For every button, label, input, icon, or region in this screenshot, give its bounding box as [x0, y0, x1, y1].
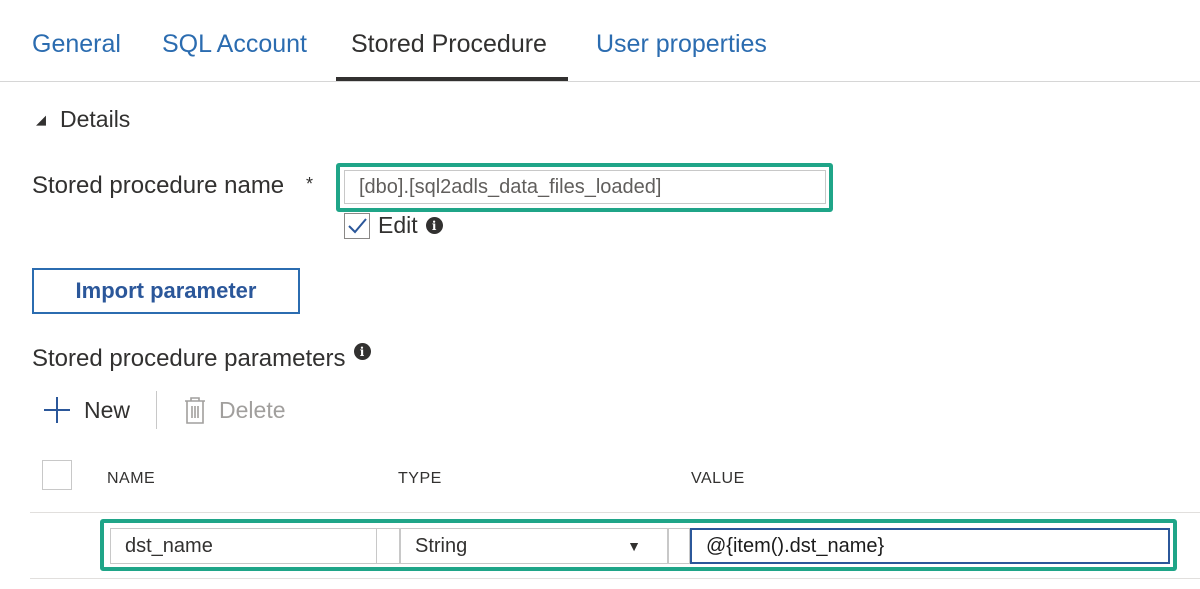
details-section-toggle[interactable]: ◢ Details: [36, 106, 130, 133]
triangle-collapse-icon: ◢: [36, 111, 46, 127]
dropdown-caret-icon: ▼: [627, 538, 641, 554]
info-icon[interactable]: i: [425, 217, 443, 234]
parameters-title-text: Stored procedure parameters: [32, 345, 346, 372]
plus-icon: [44, 397, 70, 423]
parameter-type-select[interactable]: String ▼: [400, 528, 668, 564]
new-label: New: [84, 396, 131, 423]
new-parameter-button[interactable]: New: [42, 395, 130, 425]
tab-bar: General SQL Account Stored Procedure Use…: [0, 0, 1200, 82]
parameter-name-input[interactable]: [110, 528, 376, 564]
column-header-type[interactable]: TYPE: [398, 470, 442, 488]
column-resize-handle[interactable]: [376, 528, 400, 564]
edit-label: Edit: [378, 212, 418, 238]
select-all-checkbox[interactable]: [42, 460, 72, 490]
stored-procedure-name-input[interactable]: [344, 170, 826, 204]
tab-stored-procedure[interactable]: Stored Procedure: [351, 30, 547, 59]
parameter-type-value: String: [415, 534, 468, 557]
delete-label: Delete: [219, 396, 286, 423]
table-bottom-border: [30, 578, 1200, 579]
info-icon[interactable]: i: [353, 343, 371, 360]
active-tab-indicator: [336, 77, 568, 81]
trash-icon: [185, 397, 206, 424]
delete-parameter-button[interactable]: Delete: [183, 395, 286, 425]
details-label: Details: [60, 106, 131, 132]
parameters-table-header: NAME TYPE VALUE: [0, 458, 1200, 498]
column-resize-handle[interactable]: [668, 528, 690, 564]
column-header-value[interactable]: VALUE: [691, 470, 745, 488]
tab-sql-account[interactable]: SQL Account: [162, 30, 307, 59]
table-divider: [30, 512, 1200, 513]
parameter-value-input[interactable]: [690, 528, 1170, 564]
parameters-section-title: Stored procedure parameters i: [32, 343, 371, 373]
tab-general[interactable]: General: [32, 30, 121, 59]
required-marker: *: [306, 174, 314, 194]
checkmark-icon: [348, 217, 367, 233]
stored-procedure-name-label: Stored procedure name: [32, 172, 285, 199]
parameters-toolbar: New Delete: [42, 391, 286, 429]
edit-checkbox[interactable]: [344, 212, 370, 239]
edit-checkbox-row[interactable]: Edit i: [344, 212, 443, 239]
tab-user-properties[interactable]: User properties: [596, 30, 767, 59]
import-parameter-button[interactable]: Import parameter: [32, 268, 300, 314]
toolbar-divider: [156, 391, 158, 429]
column-header-name[interactable]: NAME: [107, 470, 155, 488]
